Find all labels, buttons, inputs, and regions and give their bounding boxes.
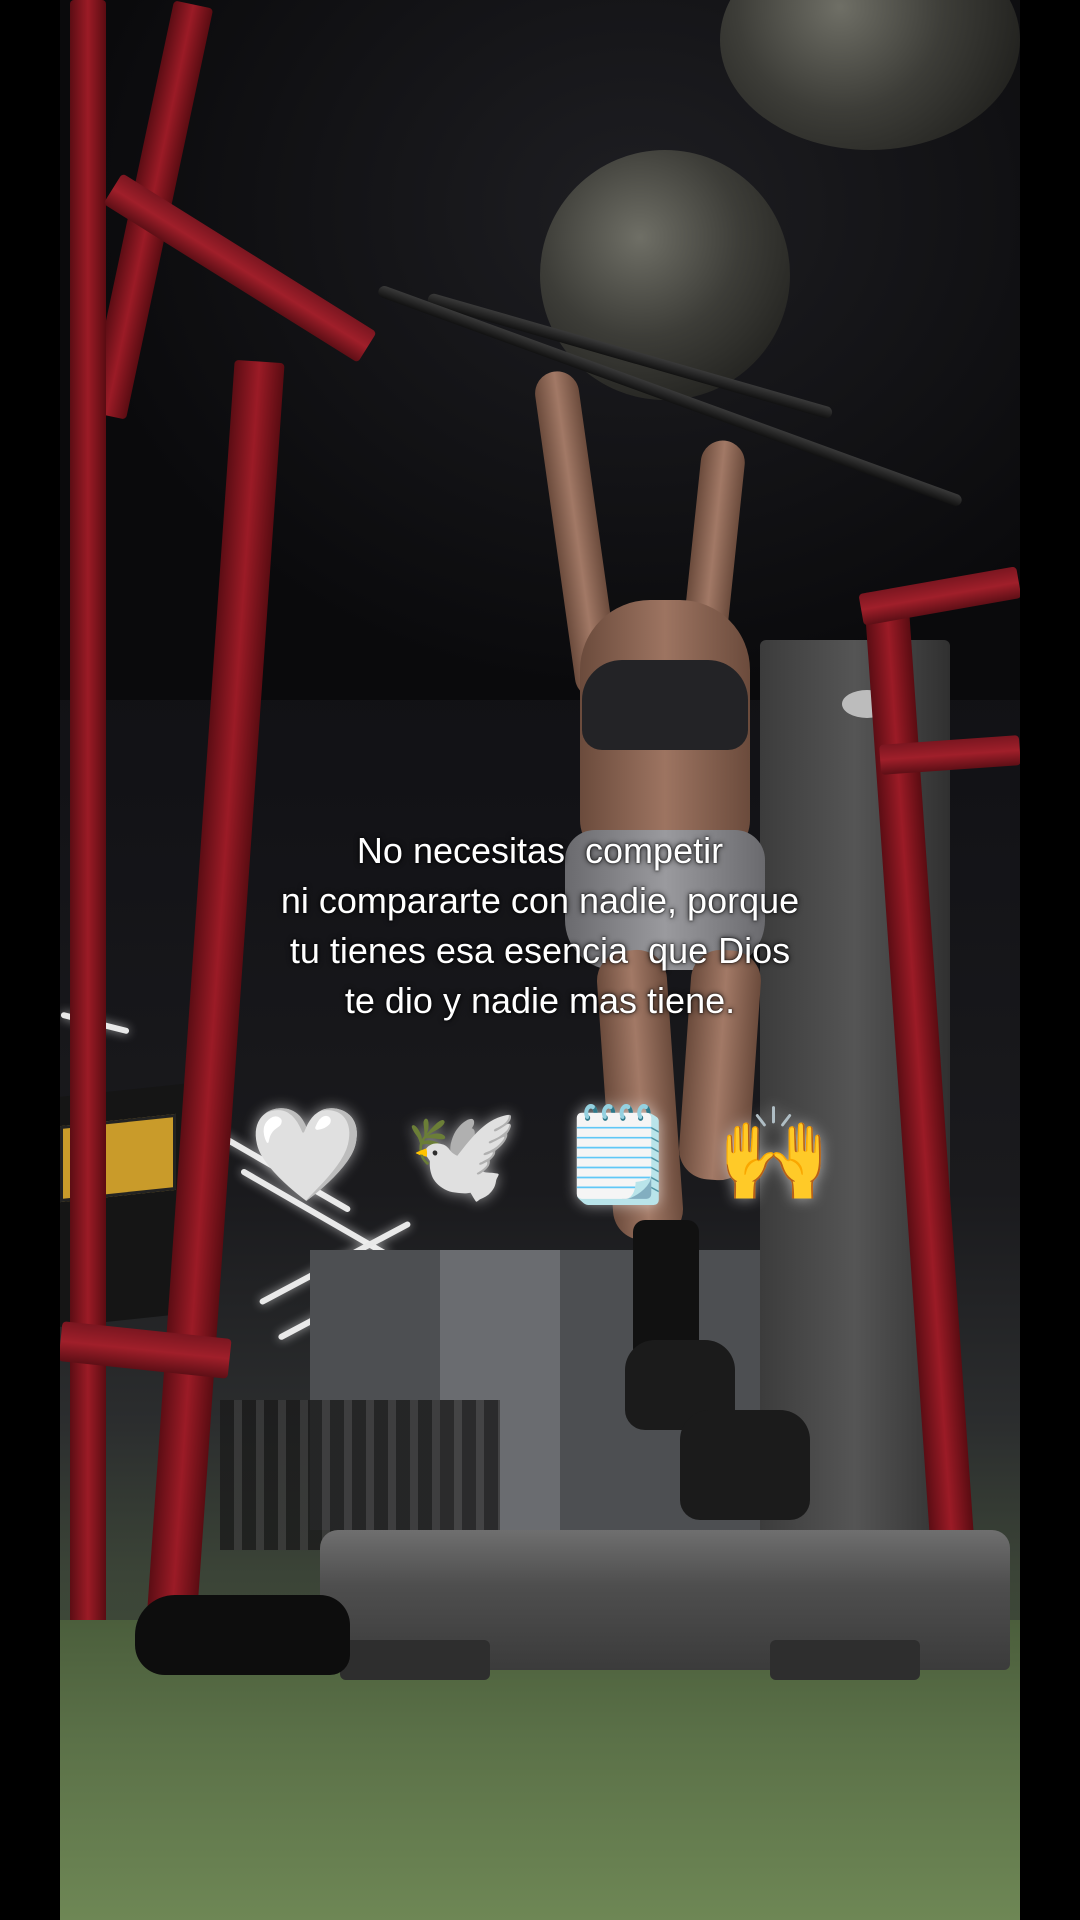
gym-bag [135, 1595, 350, 1675]
step-foot [340, 1640, 490, 1680]
rack-post [70, 0, 106, 1650]
notepad-icon: 🗒️ [560, 1101, 676, 1208]
video-frame[interactable]: No necesitas competir ni compararte con … [0, 0, 1080, 1920]
caption-line: No necesitas competir [356, 830, 724, 871]
dove-icon: 🕊️ [404, 1101, 520, 1208]
caption-line: ni compararte con nadie, porque [280, 880, 800, 921]
white-heart-icon: 🤍 [249, 1101, 364, 1208]
raising-hands-icon: 🙌 [716, 1101, 831, 1208]
step-foot [770, 1640, 920, 1680]
caption-line: tu tienes esa esencia que Dios [289, 930, 791, 971]
caption-line: te dio y nadie mas tiene. [344, 980, 736, 1021]
sports-top [582, 660, 748, 750]
caption-text: No necesitas competir ni compararte con … [0, 826, 1080, 1026]
shoe [680, 1410, 810, 1520]
sock-left [633, 1220, 699, 1360]
emoji-row: 🤍 🕊️ 🗒️ 🙌 [0, 1100, 1080, 1210]
gym-machines [220, 1400, 500, 1550]
